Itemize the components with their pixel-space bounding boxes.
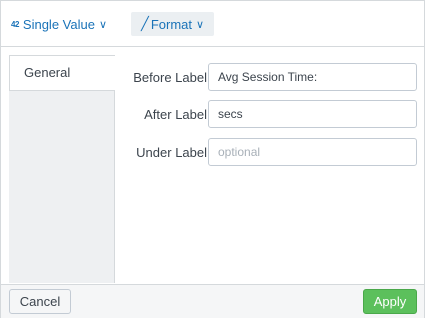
panel-footer: Cancel Apply — [1, 284, 424, 318]
after-label-input[interactable] — [208, 100, 417, 128]
under-label-label: Under Label — [136, 145, 207, 160]
editor-toolbar: 42 Single Value ∨ ╱ Format ∨ — [1, 1, 424, 47]
format-panel: 42 Single Value ∨ ╱ Format ∨ General Bef… — [0, 0, 425, 318]
before-label-input[interactable] — [208, 63, 417, 91]
visualization-type-label: Single Value — [22, 16, 95, 32]
visualization-type-button[interactable]: 42 Single Value ∨ — [11, 12, 107, 36]
chevron-down-icon: ∨ — [98, 18, 108, 31]
brush-icon: ╱ — [141, 16, 149, 31]
before-label-row: Before Label — [119, 63, 419, 91]
cancel-button[interactable]: Cancel — [9, 289, 71, 314]
single-value-icon: 42 — [11, 19, 19, 29]
format-sidebar: General — [9, 55, 115, 283]
after-label-row: After Label — [119, 100, 419, 128]
under-label-input[interactable] — [208, 138, 417, 166]
after-label-label: After Label — [144, 107, 207, 122]
under-label-row: Under Label — [119, 138, 419, 166]
format-menu-button[interactable]: ╱ Format ∨ — [131, 12, 215, 36]
sidebar-item-general[interactable]: General — [9, 55, 115, 91]
apply-button[interactable]: Apply — [363, 289, 417, 314]
format-menu-label: Format — [150, 16, 192, 32]
before-label-label: Before Label — [133, 70, 207, 85]
chevron-down-icon: ∨ — [196, 18, 205, 31]
